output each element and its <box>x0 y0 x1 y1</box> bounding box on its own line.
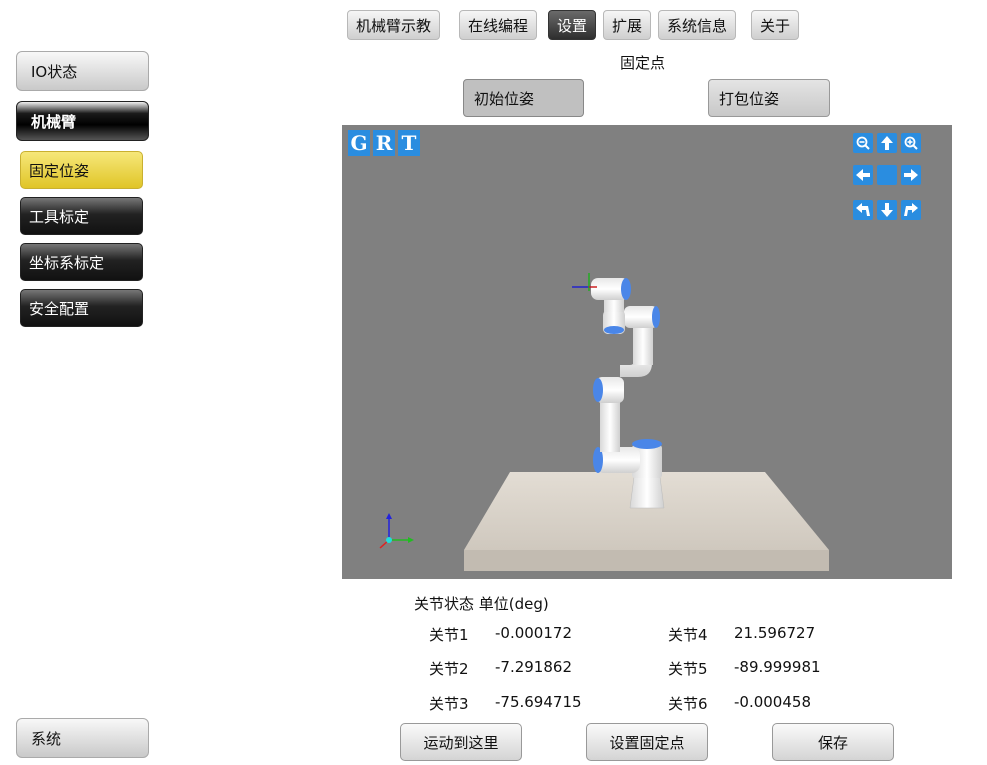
joint-1-value: -0.000172 <box>495 624 572 642</box>
joint-1-label: 关节1 <box>429 626 469 644</box>
sidebar-item-robot-arm[interactable]: 机械臂 <box>16 101 149 141</box>
joint-3-value: -75.694715 <box>495 693 582 711</box>
tab-online-programming[interactable]: 在线编程 <box>459 10 538 40</box>
tab-system-info[interactable]: 系统信息 <box>658 10 737 40</box>
sidebar-item-system[interactable]: 系统 <box>16 718 149 758</box>
tab-robot-teach[interactable]: 机械臂示教 <box>347 10 441 40</box>
sidebar-item-safety-config[interactable]: 安全配置 <box>20 289 143 327</box>
sidebar-item-io-status[interactable]: IO状态 <box>16 51 149 91</box>
joint-6-value: -0.000458 <box>734 693 811 711</box>
joint-2-label: 关节2 <box>429 660 469 678</box>
tab-about[interactable]: 关于 <box>751 10 800 40</box>
section-title: 固定点 <box>620 54 666 72</box>
tab-extensions[interactable]: 扩展 <box>603 10 652 40</box>
sidebar-item-tool-calibration[interactable]: 工具标定 <box>20 197 143 235</box>
joint-5-value: -89.999981 <box>734 658 821 676</box>
robot-scene <box>379 273 829 571</box>
joint-status-header: 关节状态 单位(deg) <box>414 595 549 613</box>
joint-4-value: 21.596727 <box>734 624 816 642</box>
save-button[interactable]: 保存 <box>772 723 894 761</box>
move-here-button[interactable]: 运动到这里 <box>400 723 522 761</box>
sidebar-item-fixed-pose[interactable]: 固定位姿 <box>20 151 143 189</box>
robot-3d-viewport[interactable]: G R T <box>342 125 952 579</box>
sidebar-item-frame-calibration[interactable]: 坐标系标定 <box>20 243 143 281</box>
joint-4-label: 关节4 <box>668 626 708 644</box>
joint-3-label: 关节3 <box>429 695 469 713</box>
set-fixed-point-button[interactable]: 设置固定点 <box>586 723 708 761</box>
pack-pose-button[interactable]: 打包位姿 <box>708 79 830 117</box>
world-axes <box>379 513 414 549</box>
joint-5-label: 关节5 <box>668 660 708 678</box>
joint-6-label: 关节6 <box>668 695 708 713</box>
initial-pose-button[interactable]: 初始位姿 <box>463 79 584 117</box>
joint-2-value: -7.291862 <box>495 658 572 676</box>
tab-settings[interactable]: 设置 <box>548 10 597 40</box>
